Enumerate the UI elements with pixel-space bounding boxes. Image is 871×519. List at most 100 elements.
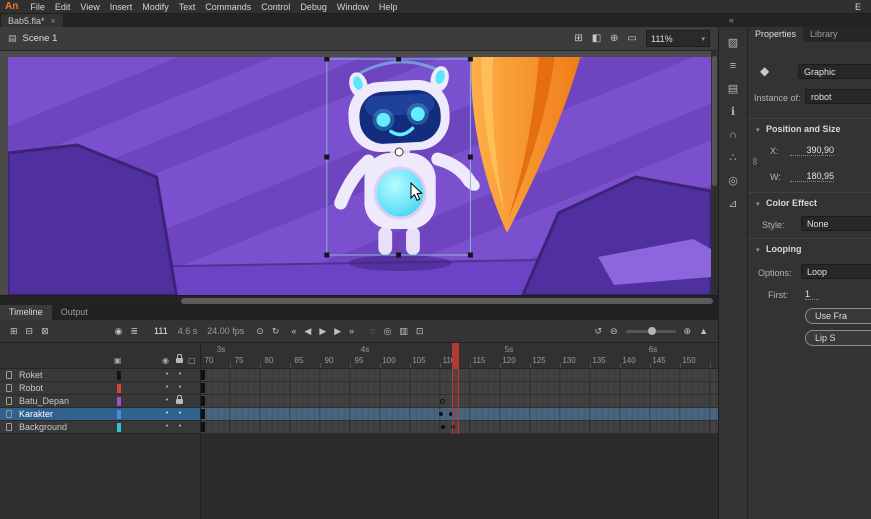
onion-skin-button[interactable]: ◌ [370,326,375,336]
eye-icon[interactable]: ◉ [162,356,169,365]
center-frame-button[interactable]: ⊙ [256,326,264,337]
keyframe-marker[interactable] [439,412,443,416]
play-button[interactable]: ▶ [319,326,326,337]
layer-row-batu-depan[interactable]: Batu_Depan • [0,395,200,408]
layer-parenting-button[interactable]: ≣ [131,326,139,337]
onion-outline-button[interactable]: ◎ [384,326,392,337]
layer-lock-dot[interactable]: • [174,382,186,394]
w-value[interactable]: 180,95 [790,171,834,182]
modify-markers-button[interactable]: ⊡ [416,326,424,337]
layer-color-swatch[interactable] [117,410,121,419]
step-back-button[interactable]: ◀ [304,326,311,337]
current-frame-value[interactable]: 111 [154,326,168,336]
use-frame-picker-button[interactable]: Use Fra [805,308,871,324]
layer-frames-roket[interactable] [200,369,718,382]
menu-item-edit[interactable]: Edit [50,2,76,12]
keyframe-marker[interactable] [441,425,445,429]
timeline-zoom-knob[interactable] [648,327,656,335]
frames-empty-area[interactable] [200,434,718,519]
layer-lock-dot[interactable]: • [174,421,186,433]
graph-panel-icon[interactable]: ⊿ [728,198,737,210]
horizontal-scrollbar-thumb[interactable] [181,298,713,304]
layer-visibility-dot[interactable]: • [161,382,173,394]
fit-timeline-button[interactable]: ▲ [699,326,708,336]
clip-content-icon[interactable]: ⊞ [574,33,582,44]
fit-window-icon[interactable]: ▭ [628,33,637,44]
timeline-zoom-in-button[interactable]: ⊕ [684,326,692,337]
layer-color-swatch[interactable] [117,423,121,432]
edit-multiple-frames-button[interactable]: ▥ [399,326,408,337]
layer-visibility-dot[interactable]: • [161,395,173,407]
close-tab-icon[interactable]: × [51,16,56,26]
stage-color-icon[interactable]: ◧ [592,33,601,44]
document-tab[interactable]: Bab5.fla* × [1,14,63,27]
menu-item-window[interactable]: Window [332,2,374,12]
center-stage-icon[interactable]: ⊕ [610,33,618,44]
swatches-panel-icon[interactable]: ▤ [728,83,738,95]
looping-section-header[interactable]: ▾ Looping [756,244,802,254]
style-select[interactable]: None ▾ [801,216,871,231]
playhead[interactable] [452,343,459,434]
timeline-divider[interactable] [200,343,201,519]
color-effect-section-header[interactable]: ▾ Color Effect [756,198,817,208]
loop-options-select[interactable]: Loop ▾ [801,264,871,279]
layer-row-robot[interactable]: Robot • • [0,382,200,395]
info-panel-icon[interactable]: ℹ [731,106,735,118]
new-layer-button[interactable]: ⊞ [10,326,18,337]
menu-item-commands[interactable]: Commands [200,2,256,12]
keyframe-marker[interactable] [201,409,205,419]
brush-panel-icon[interactable]: ∴ [730,152,737,164]
x-value[interactable]: 390,90 [790,145,834,156]
tab-output[interactable]: Output [52,305,97,320]
tab-library[interactable]: Library [803,27,845,42]
reset-timeline-zoom-button[interactable]: ↺ [594,326,602,337]
keyframe-marker[interactable] [201,383,205,393]
menu-item-file[interactable]: File [25,2,50,12]
lock-icon[interactable] [176,399,183,404]
camera-column-icon[interactable]: ▣ [114,356,122,365]
stage[interactable] [0,51,718,295]
add-camera-button[interactable]: ◉ [115,326,123,337]
position-size-section-header[interactable]: ▾ Position and Size [756,124,841,134]
layer-color-swatch[interactable] [117,397,121,406]
snap-panel-icon[interactable]: ∩ [729,129,737,141]
align-panel-icon[interactable]: ≡ [730,60,736,72]
layer-frames-karakter[interactable] [200,408,718,421]
layer-lock-dot[interactable]: • [174,369,186,381]
layer-row-karakter[interactable]: Karakter • • [0,408,200,421]
menu-item-view[interactable]: View [75,2,104,12]
vertical-scrollbar-thumb[interactable] [712,56,717,186]
last-frame-button[interactable]: » [349,326,354,336]
workspace-label[interactable]: E [855,2,871,12]
color-panel-icon[interactable]: ▨ [728,37,738,49]
keyframe-marker[interactable] [201,396,205,406]
layer-lock-dot[interactable]: • [174,408,186,420]
keyframe-marker[interactable] [440,399,445,404]
layer-color-swatch[interactable] [117,384,121,393]
playhead-marker[interactable] [452,343,459,369]
first-frame-value[interactable]: 1 [805,289,819,300]
step-forward-button[interactable]: ▶ [334,326,341,337]
new-folder-button[interactable]: ⊟ [26,326,34,337]
outline-column-icon[interactable]: ▢ [188,356,196,365]
link-dimensions-icon[interactable]: ∞ [749,158,760,165]
menu-item-control[interactable]: Control [256,2,295,12]
collapse-panels-icon[interactable]: « [729,14,734,27]
timeline-ruler[interactable]: 3s 4s 5s 6s 70 75 80 85 90 95 100 105 11… [200,343,718,369]
layer-frames-background[interactable] [200,421,718,434]
lock-icon[interactable] [176,358,183,363]
layer-frames-batu-depan[interactable] [200,395,718,408]
layer-frames-robot[interactable] [200,382,718,395]
camera-panel-icon[interactable]: ◎ [728,175,738,187]
loop-button[interactable]: ↻ [272,326,280,337]
menu-item-debug[interactable]: Debug [295,2,332,12]
timeline-zoom-slider[interactable] [626,330,676,333]
menu-item-help[interactable]: Help [374,2,403,12]
vertical-scrollbar[interactable] [711,51,718,295]
instance-name-field[interactable]: robot [805,89,871,104]
layer-visibility-dot[interactable]: • [161,408,173,420]
stage-canvas[interactable] [8,57,711,295]
keyframe-marker[interactable] [201,370,205,380]
horizontal-scrollbar[interactable] [0,295,718,305]
tab-properties[interactable]: Properties [748,27,803,42]
